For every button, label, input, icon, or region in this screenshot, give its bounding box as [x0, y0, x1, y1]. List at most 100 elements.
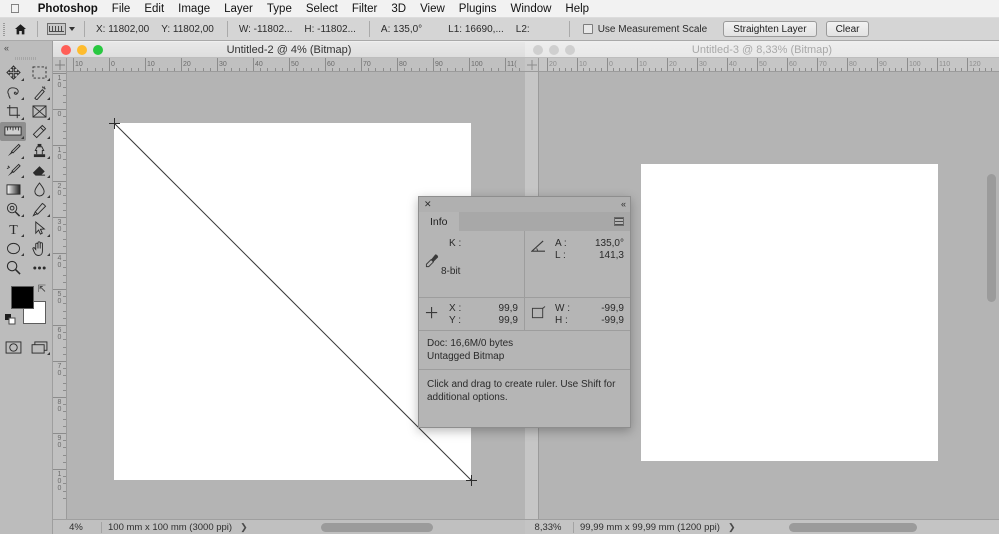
- edit-toolbar-tool[interactable]: [26, 258, 52, 278]
- horizontal-ruler[interactable]: 20 10 0 10 20 30 40 50 60 70 80 90 100 110 120: [539, 58, 999, 72]
- zoom-level[interactable]: 8,33%: [525, 522, 567, 533]
- dodge-tool[interactable]: [0, 200, 26, 220]
- tool-preset-picker[interactable]: [43, 23, 79, 35]
- close-icon[interactable]: [533, 44, 543, 55]
- document-title-bar[interactable]: Untitled-2 @ 4% (Bitmap): [53, 41, 525, 58]
- swap-colors-icon[interactable]: ⇱: [38, 284, 46, 295]
- foreground-color-swatch[interactable]: [11, 285, 34, 309]
- tools-panel-grip[interactable]: [0, 54, 52, 63]
- document-title-bar[interactable]: Untitled-3 @ 8,33% (Bitmap): [525, 41, 999, 58]
- menu-item-window[interactable]: Window: [504, 3, 559, 15]
- canvas-page[interactable]: [641, 164, 938, 461]
- path-selection-tool[interactable]: [26, 219, 52, 239]
- ruler-minor-tick: [565, 68, 566, 71]
- vertical-ruler[interactable]: 10 0 10 20 30 40 50 60 70 80 90 100: [53, 72, 67, 534]
- menu-item-select[interactable]: Select: [299, 3, 345, 15]
- ruler-minor-tick: [195, 68, 197, 71]
- menu-item-plugins[interactable]: Plugins: [452, 3, 504, 15]
- double-chevron-left-icon[interactable]: «: [621, 199, 626, 209]
- ruler-minor-tick: [63, 332, 66, 334]
- measure-h-value: H: -11802...: [304, 23, 356, 35]
- ruler-minor-tick: [238, 68, 240, 71]
- close-icon[interactable]: [61, 44, 71, 55]
- vertical-scrollbar[interactable]: [987, 174, 996, 302]
- type-tool[interactable]: T: [0, 219, 26, 239]
- ruler-minor-tick: [63, 310, 66, 312]
- status-expand-icon[interactable]: ❯: [240, 522, 248, 533]
- crop-tool[interactable]: [0, 102, 26, 122]
- menu-item-edit[interactable]: Edit: [137, 3, 171, 15]
- horizontal-scrollbar[interactable]: [321, 523, 433, 532]
- menu-item-3d[interactable]: 3D: [384, 3, 413, 15]
- clone-stamp-tool[interactable]: [26, 141, 52, 161]
- menu-item-image[interactable]: Image: [171, 3, 217, 15]
- maximize-icon[interactable]: [565, 44, 575, 55]
- ruler-minor-tick: [202, 68, 204, 71]
- lasso-tool[interactable]: [0, 83, 26, 103]
- screen-mode-icon[interactable]: [26, 338, 52, 358]
- status-expand-icon[interactable]: ❯: [728, 522, 736, 533]
- gradient-tool[interactable]: [0, 180, 26, 200]
- menu-item-filter[interactable]: Filter: [345, 3, 385, 15]
- ruler-origin-corner[interactable]: [525, 58, 539, 72]
- zoom-level[interactable]: 4%: [53, 522, 95, 533]
- ruler-label: 100: [471, 61, 483, 68]
- default-colors-icon[interactable]: [5, 312, 16, 330]
- ruler-minor-tick: [209, 68, 211, 71]
- chevron-down-icon[interactable]: [69, 27, 75, 31]
- ruler-tick: [967, 58, 968, 71]
- hand-tool[interactable]: [26, 239, 52, 259]
- eraser-tool[interactable]: [26, 161, 52, 181]
- move-tool[interactable]: [0, 63, 26, 83]
- apple-logo-icon[interactable]: : [0, 2, 31, 15]
- history-brush-tool[interactable]: [0, 161, 26, 181]
- use-measurement-scale-checkbox[interactable]: Use Measurement Scale: [575, 24, 716, 35]
- ruler-label: 50: [291, 61, 299, 68]
- magic-wand-tool[interactable]: [26, 83, 52, 103]
- close-icon[interactable]: ✕: [424, 199, 432, 209]
- clear-button[interactable]: Clear: [825, 21, 870, 37]
- ruler-minor-tick: [339, 68, 341, 71]
- tab-info[interactable]: Info: [419, 212, 459, 231]
- measure-end-handle[interactable]: [466, 475, 477, 486]
- horizontal-ruler[interactable]: 10 0 10 20 30 40 50 60 70 80 90 100 11(: [67, 58, 525, 72]
- options-bar-grip[interactable]: [0, 18, 8, 41]
- ruler-minor-tick: [173, 68, 175, 71]
- measure-start-handle[interactable]: [109, 118, 120, 129]
- minimize-icon[interactable]: [77, 44, 87, 55]
- ruler-tick: [877, 58, 878, 71]
- ellipse-shape-tool[interactable]: [0, 239, 26, 259]
- horizontal-scrollbar[interactable]: [789, 523, 917, 532]
- ruler-label: 0: [57, 111, 62, 118]
- zoom-tool[interactable]: [0, 258, 26, 278]
- rectangular-marquee-tool[interactable]: [26, 63, 52, 83]
- menu-item-type[interactable]: Type: [260, 3, 299, 15]
- tool-grid: T: [0, 63, 52, 278]
- panel-menu-icon[interactable]: [614, 217, 624, 226]
- maximize-icon[interactable]: [93, 44, 103, 55]
- ruler-minor-tick: [973, 68, 974, 71]
- menu-item-file[interactable]: File: [105, 3, 138, 15]
- spot-healing-brush-tool[interactable]: [26, 122, 52, 142]
- info-panel-header[interactable]: ✕ «: [419, 197, 630, 212]
- blur-tool[interactable]: [26, 180, 52, 200]
- frame-tool[interactable]: [26, 102, 52, 122]
- pen-tool[interactable]: [26, 200, 52, 220]
- quick-mask-icon[interactable]: [0, 338, 26, 358]
- menu-item-help[interactable]: Help: [558, 3, 596, 15]
- measure-l1-value: L1: 16690,...: [448, 23, 504, 35]
- menu-item-photoshop[interactable]: Photoshop: [31, 3, 105, 15]
- ruler-label: 0: [111, 61, 115, 68]
- menu-item-layer[interactable]: Layer: [217, 3, 260, 15]
- ruler-minor-tick: [454, 68, 456, 71]
- double-chevron-left-icon[interactable]: «: [0, 41, 52, 54]
- minimize-icon[interactable]: [549, 44, 559, 55]
- brush-tool[interactable]: [0, 141, 26, 161]
- eyedropper-ruler-tool[interactable]: [0, 121, 26, 141]
- menu-item-view[interactable]: View: [413, 3, 452, 15]
- ruler-tick: [289, 58, 290, 71]
- ruler-origin-corner[interactable]: [53, 58, 67, 72]
- home-icon[interactable]: [8, 18, 32, 41]
- tool-more-indicator: [21, 77, 24, 81]
- straighten-layer-button[interactable]: Straighten Layer: [723, 21, 817, 37]
